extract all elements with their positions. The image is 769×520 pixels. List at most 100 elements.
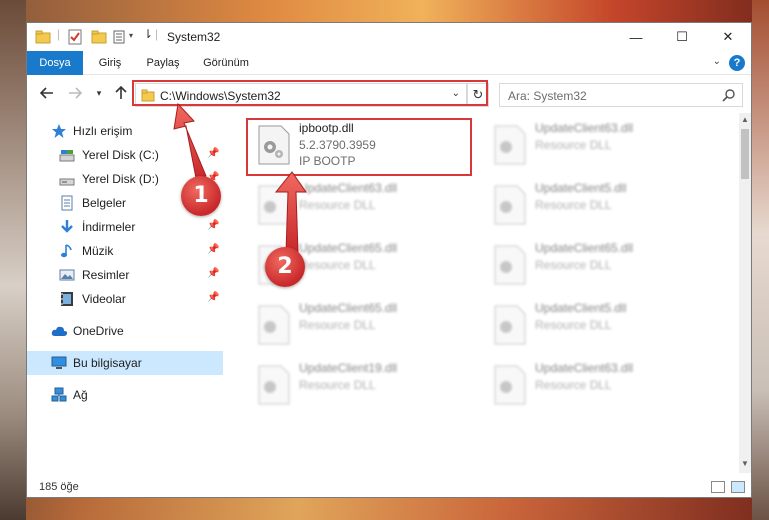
folder-icon: [35, 30, 51, 44]
file-description: Resource DLL: [299, 318, 376, 332]
search-icon[interactable]: [722, 88, 736, 102]
file-name: UpdateClient65.dll: [299, 301, 398, 315]
file-description: Resource DLL: [535, 378, 612, 392]
scroll-up-icon[interactable]: ▲: [739, 115, 751, 124]
drive-icon: [59, 150, 75, 162]
new-folder-icon[interactable]: [91, 29, 107, 45]
sidebar-item-network[interactable]: Ağ: [27, 383, 223, 407]
pin-icon[interactable]: 📌: [207, 268, 219, 279]
tab-view[interactable]: Görünüm: [197, 51, 255, 75]
pin-icon[interactable]: 📌: [207, 292, 219, 303]
sidebar-item-label: Yerel Disk (D:): [82, 172, 159, 186]
file-name: UpdateClient65.dll: [299, 241, 398, 255]
tab-share[interactable]: Paylaş: [139, 51, 187, 75]
file-tile[interactable]: UpdateClient5.dll Resource DLL: [487, 179, 717, 235]
back-button[interactable]: [37, 83, 57, 103]
file-tile[interactable]: UpdateClient5.dll Resource DLL: [487, 299, 717, 355]
file-tile[interactable]: UpdateClient19.dll Resource DLL: [251, 359, 481, 415]
properties-icon[interactable]: [67, 29, 83, 45]
pin-icon[interactable]: 📌: [207, 148, 219, 159]
file-name: UpdateClient19.dll: [299, 361, 398, 375]
close-button[interactable]: ✕: [705, 23, 751, 51]
dll-file-icon: [494, 245, 526, 285]
sidebar-item-videos[interactable]: Videolar 📌: [27, 287, 223, 311]
navigation-pane: Hızlı erişim Yerel Disk (C:) 📌 Yerel Dis…: [27, 113, 223, 473]
arrow-left-icon: [40, 87, 53, 99]
sidebar-item-downloads[interactable]: İndirmeler 📌: [27, 215, 223, 239]
forward-button[interactable]: [65, 83, 85, 103]
sidebar-item-label: Belgeler: [82, 196, 127, 210]
sidebar-item-music[interactable]: Müzik 📌: [27, 239, 223, 263]
computer-icon: [51, 356, 67, 369]
sidebar-item-this-pc[interactable]: Bu bilgisayar: [27, 351, 223, 375]
file-tile[interactable]: UpdateClient63.dll Resource DLL: [487, 359, 717, 415]
arrow-up-icon: [115, 86, 127, 99]
star-icon: [52, 124, 66, 138]
help-button[interactable]: ?: [729, 55, 745, 71]
sidebar-item-pictures[interactable]: Resimler 📌: [27, 263, 223, 287]
pin-icon[interactable]: 📌: [207, 220, 219, 231]
file-description: Resource DLL: [535, 318, 612, 332]
sidebar-item-onedrive[interactable]: OneDrive: [27, 319, 223, 343]
file-tile[interactable]: UpdateClient63.dll Resource DLL: [487, 119, 717, 175]
expand-ribbon-icon[interactable]: ⌄: [713, 56, 721, 67]
sidebar-item-quick-access[interactable]: Hızlı erişim: [27, 119, 223, 143]
file-name: UpdateClient63.dll: [299, 181, 398, 195]
sidebar-item-label: Yerel Disk (C:): [82, 148, 159, 162]
arrow-right-icon: [69, 87, 82, 99]
file-tile[interactable]: UpdateClient65.dll Resource DLL: [487, 239, 717, 295]
sidebar-item-label: OneDrive: [73, 324, 124, 338]
item-count: 185 öğe: [39, 481, 79, 493]
cloud-icon: [51, 326, 67, 336]
dll-file-icon: [258, 305, 290, 345]
dll-file-icon: [494, 365, 526, 405]
vertical-scrollbar[interactable]: ▲ ▼: [739, 113, 751, 473]
sidebar-item-local-disk-c[interactable]: Yerel Disk (C:) 📌: [27, 143, 223, 167]
scroll-thumb[interactable]: [741, 129, 749, 179]
sidebar-item-label: Videolar: [82, 292, 126, 306]
up-button[interactable]: [111, 83, 131, 103]
file-description: Resource DLL: [299, 258, 376, 272]
file-description: Resource DLL: [299, 198, 376, 212]
search-input[interactable]: Ara: System32: [508, 89, 587, 103]
file-name: UpdateClient65.dll: [535, 241, 634, 255]
details-view-icon[interactable]: [711, 481, 725, 493]
minimize-button[interactable]: —: [613, 23, 659, 51]
ribbon-tabs: Dosya Giriş Paylaş Görünüm ⌄ ?: [27, 51, 751, 107]
step-1-badge: 1: [181, 176, 221, 216]
sidebar-item-label: Bu bilgisayar: [73, 356, 142, 370]
pin-icon[interactable]: 📌: [207, 244, 219, 255]
sidebar-item-label: İndirmeler: [82, 220, 136, 234]
file-name: UpdateClient5.dll: [535, 181, 627, 195]
customize-toolbar-icon[interactable]: ▾: [129, 31, 133, 40]
tab-home[interactable]: Giriş: [89, 51, 131, 75]
file-name: UpdateClient63.dll: [535, 361, 634, 375]
address-bar-highlight: [132, 80, 488, 106]
search-box[interactable]: Ara: System32: [499, 83, 743, 107]
file-description: Resource DLL: [535, 258, 612, 272]
documents-icon: [61, 195, 73, 211]
pin-toolbar-icon[interactable]: ⇂: [143, 27, 153, 41]
dll-file-icon: [258, 185, 290, 225]
dll-file-icon: [494, 185, 526, 225]
file-tile[interactable]: UpdateClient63.dll Resource DLL: [251, 179, 481, 235]
view-options-icon[interactable]: [113, 29, 129, 45]
scroll-down-icon[interactable]: ▼: [739, 459, 751, 468]
step-2-badge: 2: [265, 247, 305, 287]
wallpaper-left: [0, 0, 26, 520]
tiles-view-icon[interactable]: [731, 481, 745, 493]
sidebar-item-label: Resimler: [82, 268, 130, 282]
dll-file-icon: [258, 365, 290, 405]
wallpaper-right: [752, 0, 769, 520]
recent-locations-button[interactable]: ▾: [89, 83, 109, 103]
sidebar-item-label: Müzik: [82, 244, 114, 258]
drive-icon: [59, 178, 75, 186]
videos-icon: [61, 292, 73, 306]
file-tile[interactable]: UpdateClient65.dll Resource DLL: [251, 299, 481, 355]
maximize-button[interactable]: ☐: [659, 23, 705, 51]
sidebar-item-label: Hızlı erişim: [73, 124, 133, 138]
download-icon: [61, 220, 73, 233]
pictures-icon: [59, 269, 75, 281]
music-icon: [61, 244, 72, 258]
network-icon: [51, 387, 67, 402]
